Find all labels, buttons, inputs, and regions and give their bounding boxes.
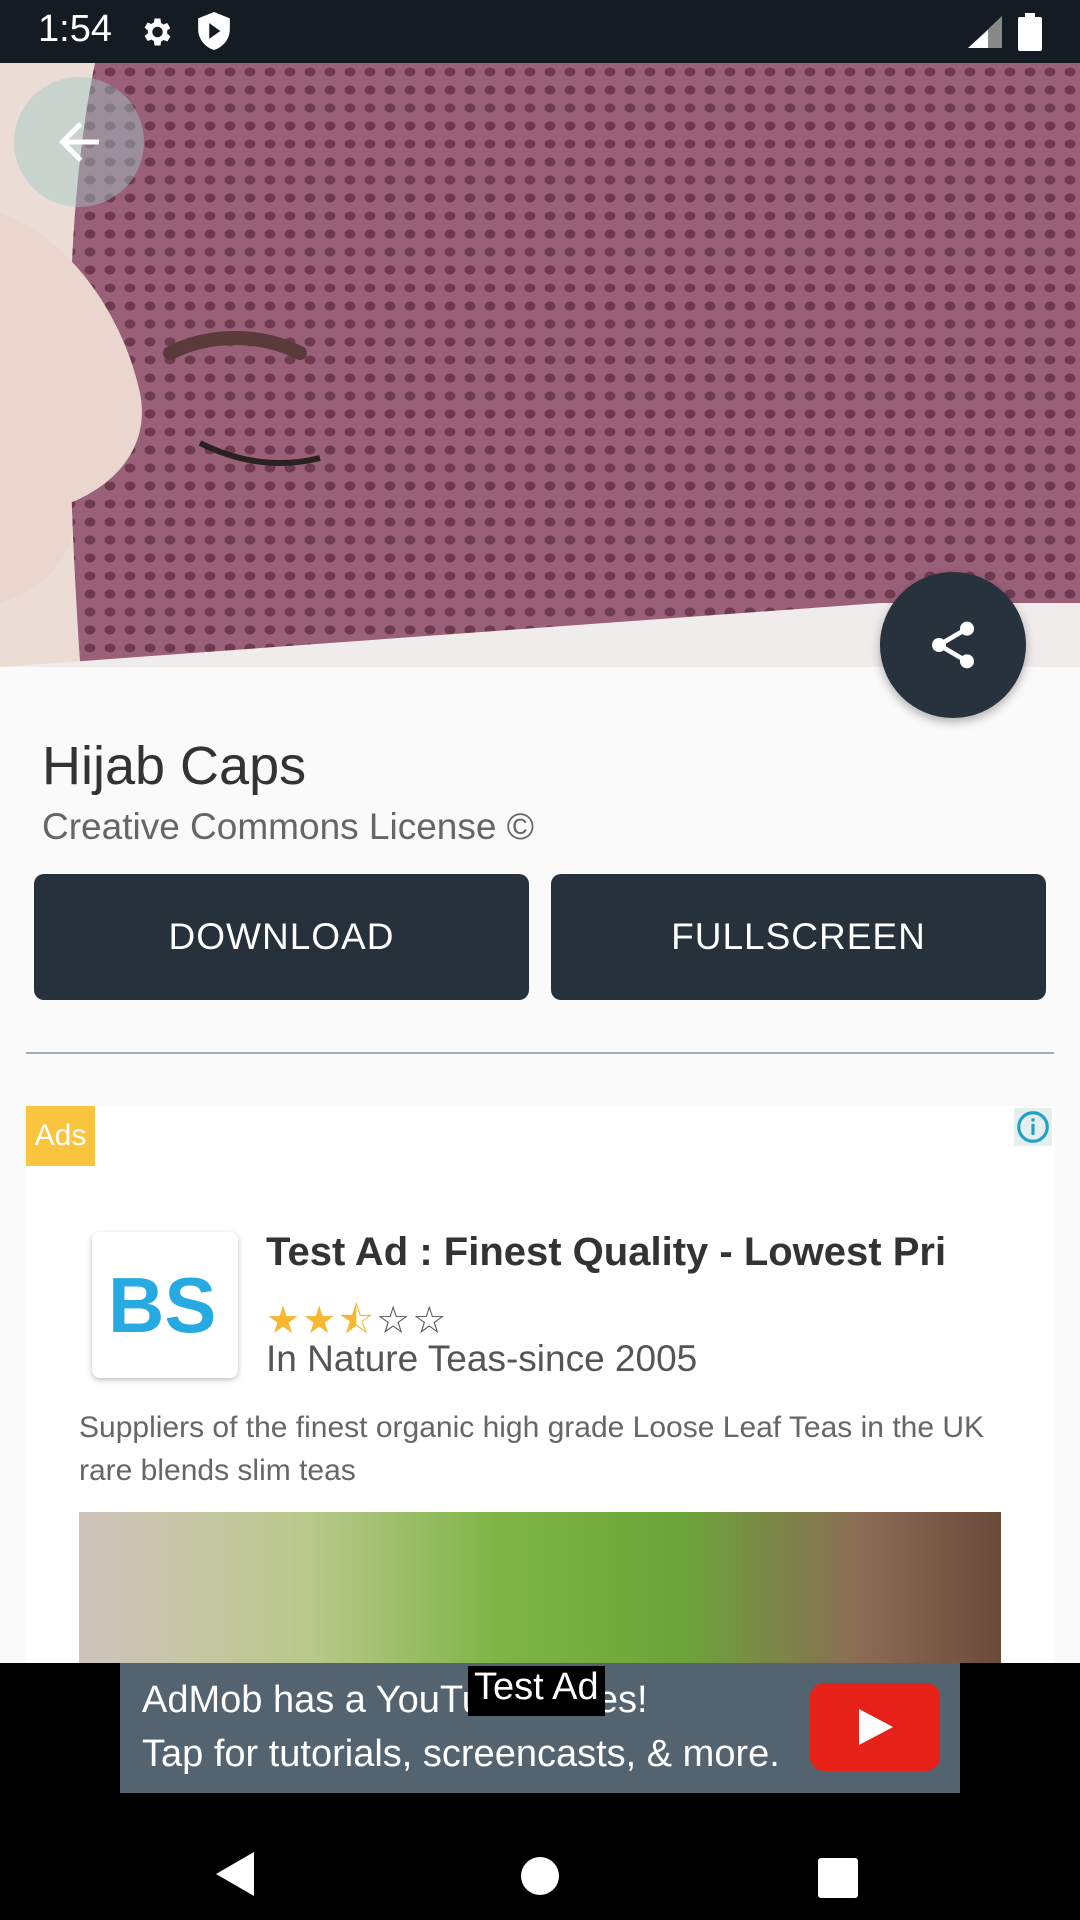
banner-line-2: Tap for tutorials, screencasts, & more. bbox=[142, 1733, 780, 1775]
test-ad-label: Test Ad bbox=[468, 1666, 605, 1716]
ad-media-image[interactable] bbox=[79, 1512, 1001, 1666]
status-bar: 1:54 bbox=[0, 0, 1080, 63]
status-time: 1:54 bbox=[38, 8, 112, 50]
ad-headline[interactable]: Test Ad : Finest Quality - Lowest Pri bbox=[266, 1230, 1002, 1275]
fullscreen-button[interactable]: FULLSCREEN bbox=[551, 874, 1046, 1000]
wallpaper-image[interactable] bbox=[0, 63, 1080, 667]
ad-info-icon[interactable] bbox=[1014, 1108, 1052, 1146]
star-half-icon: ⯪ bbox=[338, 1300, 377, 1342]
settings-gear-icon bbox=[138, 14, 174, 55]
star-empty-icon: ☆ bbox=[376, 1300, 413, 1342]
ad-advertiser: In Nature Teas-since 2005 bbox=[266, 1338, 698, 1379]
ad-body-text: Suppliers of the finest organic high gra… bbox=[79, 1411, 985, 1487]
share-button[interactable] bbox=[880, 572, 1026, 718]
signal-icon bbox=[968, 16, 1002, 53]
nav-home-icon[interactable] bbox=[520, 1856, 560, 1896]
star-full-icon: ★ bbox=[266, 1300, 303, 1342]
star-empty-icon: ☆ bbox=[412, 1300, 449, 1342]
download-button[interactable]: DOWNLOAD bbox=[34, 874, 529, 1000]
youtube-play-icon bbox=[810, 1683, 940, 1771]
arrow-left-icon bbox=[59, 122, 99, 162]
system-nav-bar bbox=[0, 1820, 1080, 1920]
divider bbox=[26, 1052, 1054, 1054]
svg-text:BS: BS bbox=[108, 1261, 216, 1349]
back-button[interactable] bbox=[14, 77, 144, 207]
battery-icon bbox=[1018, 13, 1042, 56]
share-icon bbox=[932, 621, 974, 669]
star-full-icon: ★ bbox=[302, 1300, 339, 1342]
wallpaper-title: Hijab Caps bbox=[42, 736, 307, 796]
advertiser-logo[interactable]: BS bbox=[92, 1232, 238, 1378]
ads-badge: Ads bbox=[26, 1106, 95, 1166]
shield-icon bbox=[198, 12, 230, 55]
native-ad-card[interactable]: Ads BS Test Ad : Finest Quality - Lowest… bbox=[26, 1106, 1054, 1666]
nav-recents-icon[interactable] bbox=[818, 1858, 858, 1898]
nav-back-icon[interactable] bbox=[214, 1850, 258, 1898]
license-text: Creative Commons License © bbox=[42, 806, 535, 847]
